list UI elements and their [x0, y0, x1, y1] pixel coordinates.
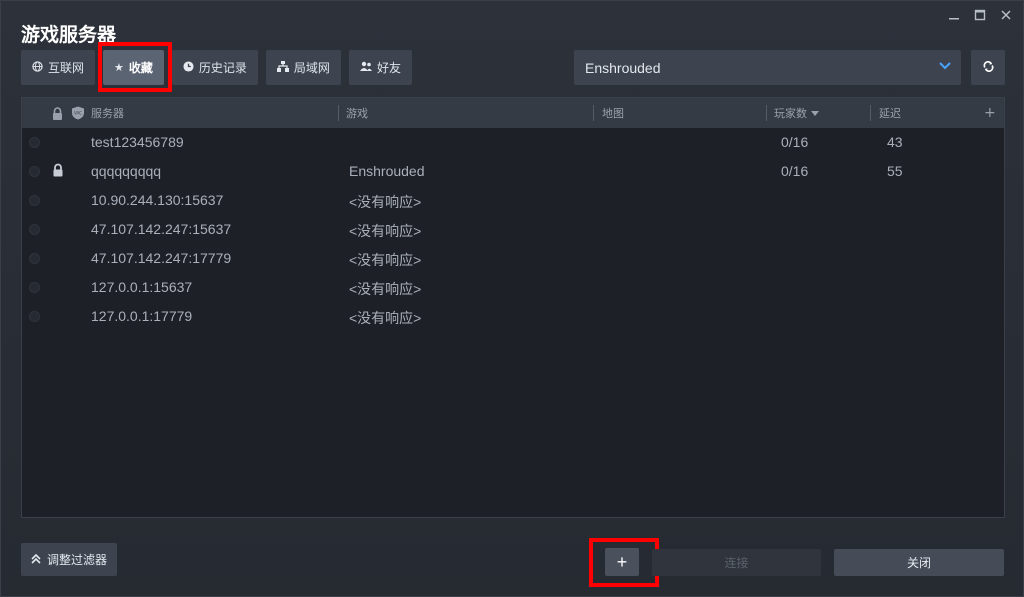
globe-icon [32, 60, 43, 75]
server-name: 10.90.244.130:15637 [91, 192, 224, 208]
add-server-button[interactable]: + [605, 548, 639, 576]
adjust-filters-label: 调整过滤器 [47, 553, 108, 567]
game-name: <没有响应> [349, 194, 422, 210]
friends-icon [359, 61, 372, 75]
sort-desc-icon [811, 107, 819, 120]
minimize-icon[interactable] [941, 5, 967, 25]
clock-icon [183, 60, 194, 75]
server-name: 47.107.142.247:15637 [91, 221, 232, 237]
game-name: <没有响应> [349, 281, 422, 297]
game-servers-window: 游戏服务器 互联网 ★ 收藏 历史记录 局域网 好友 Enshrouded VA… [0, 0, 1024, 597]
table-row[interactable]: qqqqqqqqq Enshrouded 0/16 55 [22, 157, 1004, 186]
table-header: VAC 服务器 游戏 地图 玩家数 延迟 + [22, 98, 1004, 128]
window-title: 游戏服务器 [21, 24, 117, 46]
server-name: 127.0.0.1:17779 [91, 308, 193, 324]
header-map[interactable]: 地图 [602, 98, 624, 128]
table-row[interactable]: 10.90.244.130:15637 <没有响应> [22, 186, 1004, 215]
favorite-radio[interactable] [29, 137, 40, 148]
connect-button[interactable]: 连接 [652, 549, 821, 576]
favorite-radio[interactable] [29, 253, 40, 264]
close-button[interactable]: 关闭 [834, 549, 1004, 576]
header-ping[interactable]: 延迟 [879, 98, 901, 128]
column-divider [766, 105, 767, 121]
favorite-radio[interactable] [29, 166, 40, 177]
tab-label: 收藏 [128, 61, 153, 75]
table-row[interactable]: test123456789 0/16 43 [22, 128, 1004, 157]
game-filter-select[interactable]: Enshrouded [574, 50, 961, 85]
tab-favorites[interactable]: ★ 收藏 [103, 50, 164, 85]
server-list: VAC 服务器 游戏 地图 玩家数 延迟 + test123456789 0/16… [21, 97, 1005, 518]
window-controls [941, 5, 1019, 25]
lock-column-icon[interactable] [52, 98, 63, 128]
favorite-radio[interactable] [29, 282, 40, 293]
game-filter-value: Enshrouded [585, 59, 661, 76]
adjust-filters-button[interactable]: 调整过滤器 [21, 543, 118, 576]
maximize-icon[interactable] [967, 5, 993, 25]
refresh-button[interactable] [971, 50, 1005, 85]
header-players-sort[interactable]: 玩家数 [774, 98, 819, 128]
header-game[interactable]: 游戏 [346, 98, 368, 128]
tab-label: 局域网 [293, 61, 330, 75]
table-row[interactable]: 127.0.0.1:17779 <没有响应> [22, 302, 1004, 331]
game-name: <没有响应> [349, 223, 422, 239]
server-name: test123456789 [91, 134, 184, 150]
game-name: <没有响应> [349, 310, 422, 326]
server-tabs: 互联网 ★ 收藏 历史记录 局域网 好友 [21, 50, 412, 85]
add-column-button[interactable]: + [984, 98, 996, 128]
server-name: 47.107.142.247:17779 [91, 250, 232, 266]
favorite-radio[interactable] [29, 195, 40, 206]
svg-text:VAC: VAC [74, 111, 82, 116]
ping-value: 55 [887, 163, 903, 179]
lock-icon [52, 163, 64, 177]
close-icon[interactable] [993, 5, 1019, 25]
chevron-down-icon [939, 58, 951, 73]
header-players: 玩家数 [774, 107, 807, 120]
player-count: 0/16 [781, 163, 809, 179]
tab-label: 好友 [376, 61, 401, 75]
tab-friends[interactable]: 好友 [348, 50, 412, 85]
server-name: qqqqqqqqq [91, 163, 162, 179]
tab-lan[interactable]: 局域网 [265, 50, 341, 85]
table-row[interactable]: 47.107.142.247:15637 <没有响应> [22, 215, 1004, 244]
column-divider [870, 105, 871, 121]
chevron-up-double-icon [31, 553, 41, 567]
lan-icon [276, 60, 289, 75]
game-name: Enshrouded [349, 163, 425, 179]
favorite-radio[interactable] [29, 311, 40, 322]
table-row[interactable]: 47.107.142.247:17779 <没有响应> [22, 244, 1004, 273]
tab-label: 历史记录 [198, 61, 247, 75]
game-name: <没有响应> [349, 252, 422, 268]
table-row[interactable]: 127.0.0.1:15637 <没有响应> [22, 273, 1004, 302]
vac-column-icon[interactable]: VAC [71, 98, 85, 128]
star-icon: ★ [114, 61, 124, 74]
tab-internet[interactable]: 互联网 [21, 50, 96, 85]
ping-value: 43 [887, 134, 903, 150]
tab-label: 互联网 [48, 61, 85, 75]
header-server[interactable]: 服务器 [91, 98, 124, 128]
tab-history[interactable]: 历史记录 [171, 50, 258, 85]
player-count: 0/16 [781, 134, 809, 150]
column-divider [338, 105, 339, 121]
column-divider [593, 105, 594, 121]
server-name: 127.0.0.1:15637 [91, 279, 193, 295]
favorite-radio[interactable] [29, 224, 40, 235]
refresh-icon [982, 60, 995, 76]
